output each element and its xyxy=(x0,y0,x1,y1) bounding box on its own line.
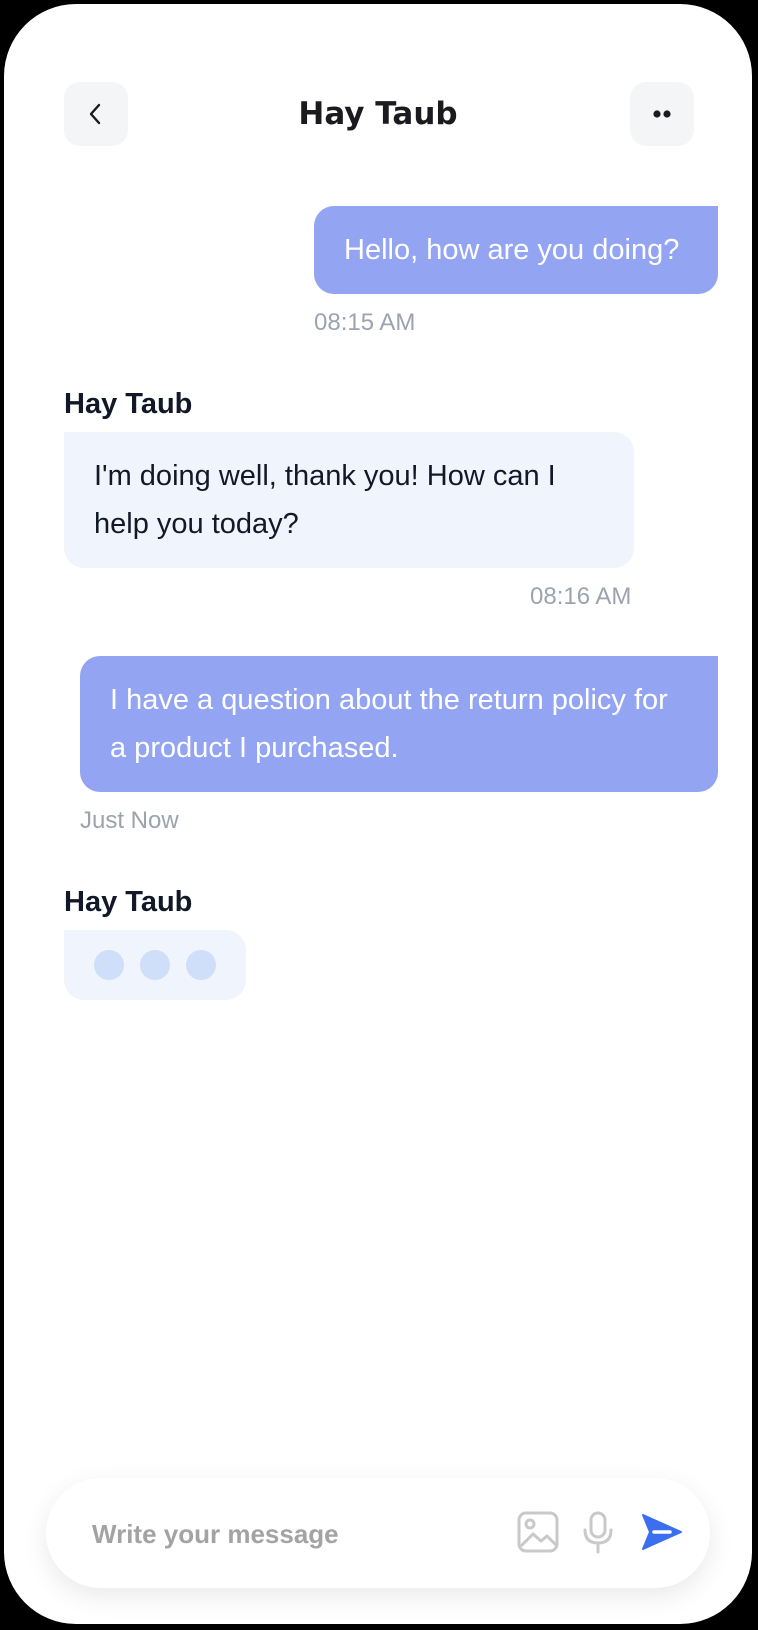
message-bubble-incoming: I'm doing well, thank you! How can I hel… xyxy=(64,432,634,568)
more-options-button[interactable] xyxy=(630,82,694,146)
typing-dot xyxy=(186,950,216,980)
sender-name: Hay Taub xyxy=(64,886,193,918)
more-dots-icon xyxy=(653,110,671,118)
sender-name: Hay Taub xyxy=(64,388,193,420)
voice-message-button[interactable] xyxy=(572,1506,624,1558)
typing-dot xyxy=(140,950,170,980)
message-composer xyxy=(46,1478,710,1588)
image-icon xyxy=(517,1511,559,1553)
attach-image-button[interactable] xyxy=(512,1506,564,1558)
message-timestamp: 08:15 AM xyxy=(314,309,416,336)
message-input[interactable] xyxy=(90,1508,484,1560)
send-icon xyxy=(642,1514,682,1550)
message-timestamp: Just Now xyxy=(80,807,179,834)
microphone-icon xyxy=(583,1511,613,1554)
send-button[interactable] xyxy=(636,1506,688,1558)
message-bubble-outgoing: Hello, how are you doing? xyxy=(314,206,718,294)
message-timestamp: 08:16 AM xyxy=(530,583,632,610)
typing-dot xyxy=(94,950,124,980)
typing-indicator xyxy=(64,930,246,1000)
chat-screen: Hay Taub Hello, how are you doing? 08:15… xyxy=(4,4,752,1624)
message-bubble-outgoing: I have a question about the return polic… xyxy=(80,656,718,792)
